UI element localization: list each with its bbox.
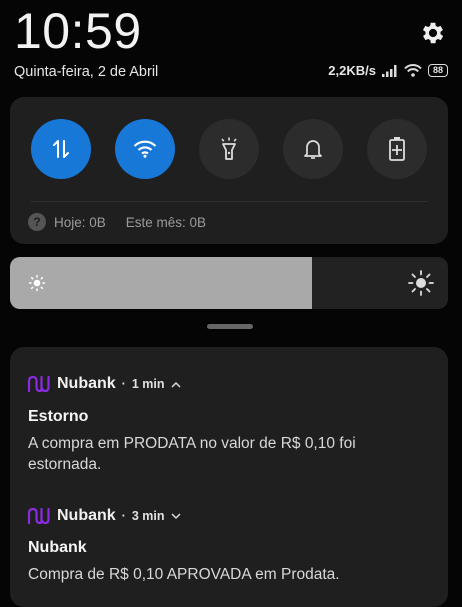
quick-settings-panel: ? Hoje: 0B Este mês: 0B [10,97,448,244]
chevron-down-icon[interactable] [170,512,181,520]
notification-app-name: Nubank [57,507,116,524]
battery-saver-toggle[interactable] [367,119,427,179]
flashlight-toggle[interactable] [199,119,259,179]
quick-settings-divider [30,201,428,202]
wifi-icon [404,64,422,77]
date-label: Quinta-feira, 2 de Abril [14,64,159,80]
notification-time: 1 min [131,377,165,391]
wifi-icon [133,140,157,158]
notification-body-2: Compra de R$ 0,10 APROVADA em Prodata. [28,566,340,583]
usage-month: Este mês: 0B [125,214,207,230]
notification-app-name: Nubank [57,375,116,392]
notification-time: 3 min [131,509,165,523]
brightness-slider[interactable] [10,257,448,309]
drag-handle[interactable] [207,324,253,329]
nubank-logo-icon [27,507,50,525]
flashlight-icon [221,137,237,160]
help-icon: ? [28,213,46,231]
status-icons: 2,2KB/s 88 [328,63,448,78]
wifi-toggle[interactable] [115,119,175,179]
notification-toggle[interactable] [283,119,343,179]
data-transfer-icon [53,140,69,158]
mobile-data-toggle[interactable] [31,119,91,179]
notification-header-1[interactable]: Nubank · 1 min [27,375,181,393]
chevron-up-icon[interactable] [170,381,181,388]
notification-group: Nubank · 1 min Estorno A compra em PRODA… [10,347,448,607]
notification-title-2: Nubank [28,539,87,556]
notification-title-1: Estorno [28,408,89,425]
network-speed: 2,2KB/s [328,63,376,78]
usage-today: Hoje: 0B [54,214,106,230]
data-usage[interactable]: ? Hoje: 0B Este mês: 0B [28,213,206,231]
battery-plus-icon [389,137,405,161]
brightness-low-icon [28,274,46,292]
brightness-high-icon [408,270,434,296]
battery-icon: 88 [427,64,448,77]
notification-header-2[interactable]: Nubank · 3 min [27,507,181,525]
notification-body-1: A compra em PRODATA no valor de R$ 0,10 … [28,435,356,473]
gear-icon[interactable] [419,19,447,47]
nubank-logo-icon [27,375,50,393]
clock: 10:59 [14,3,142,59]
separator-dot: · [121,377,126,391]
separator-dot: · [121,509,126,523]
signal-icon [381,64,397,77]
brightness-fill [10,257,313,309]
bell-icon [304,140,322,159]
